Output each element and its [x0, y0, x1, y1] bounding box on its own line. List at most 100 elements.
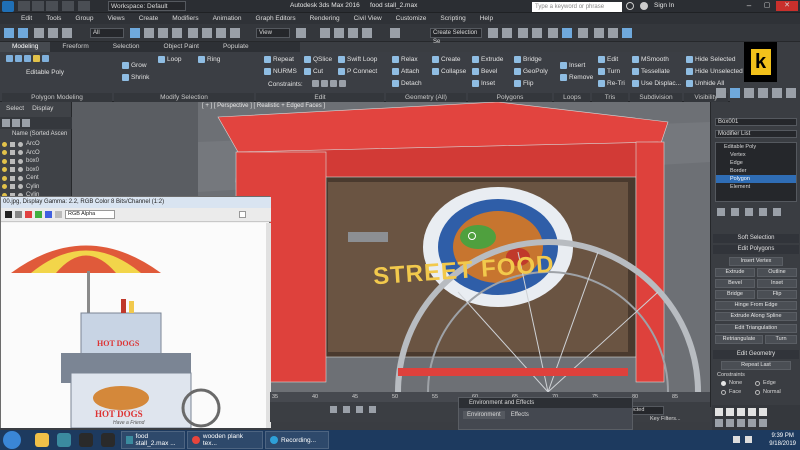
select-by-name-icon[interactable]	[144, 28, 154, 38]
go-to-end-icon[interactable]	[759, 408, 767, 416]
reference-coordinate-dropdown[interactable]: View	[256, 28, 290, 38]
minimize-icon[interactable]: –	[740, 1, 758, 11]
tab-display[interactable]: Display	[32, 105, 53, 112]
visibility-icon[interactable]	[2, 141, 7, 147]
geopoly-button[interactable]: GeoPoly	[514, 68, 548, 75]
menu-create[interactable]: Create	[132, 15, 166, 22]
rotate-icon[interactable]	[202, 28, 212, 38]
menu-help[interactable]: Help	[473, 15, 500, 22]
menu-animation[interactable]: Animation	[206, 15, 249, 22]
repeat-button[interactable]: Repeat	[264, 56, 294, 63]
polygon-icon[interactable]	[33, 55, 40, 62]
constraint-edge-radio[interactable]: Edge	[755, 380, 776, 386]
network-icon[interactable]	[733, 436, 740, 443]
window-crossing-icon[interactable]	[172, 28, 182, 38]
freeze-icon[interactable]	[10, 150, 15, 156]
scene-row[interactable]: Cylin	[0, 183, 72, 192]
swift-loop-button[interactable]: Swift Loop	[338, 56, 377, 63]
group-modify-selection[interactable]: Modify Selection	[114, 93, 254, 102]
snaps-toggle-icon[interactable]	[320, 28, 330, 38]
save-file-icon[interactable]	[46, 1, 58, 11]
group-loops[interactable]: Loops	[554, 93, 590, 102]
lock-selection-icon[interactable]	[330, 406, 337, 413]
menu-graph-editors[interactable]: Graph Editors	[249, 15, 303, 22]
modify-panel-icon[interactable]	[730, 88, 740, 98]
stack-item[interactable]: Element	[716, 183, 796, 191]
perspective-viewport[interactable]: STREET FOOD [ + ] [ Perspective ] [ Real…	[198, 102, 710, 392]
taskbar-app-3dsmax[interactable]: food stall_2.max ...	[121, 431, 185, 449]
sign-in-link[interactable]: Sign In	[654, 2, 674, 9]
bevel-rollout-button[interactable]: Bevel	[715, 279, 755, 288]
scene-row[interactable]: box0	[0, 157, 72, 166]
save-image-icon[interactable]	[5, 211, 12, 218]
group-edit[interactable]: Edit	[256, 93, 384, 102]
group-subdivision[interactable]: Subdivision	[630, 93, 682, 102]
msmooth-button[interactable]: MSmooth	[632, 56, 669, 63]
menu-tools[interactable]: Tools	[39, 15, 68, 22]
next-frame-icon[interactable]	[748, 408, 756, 416]
remove-modifier-icon[interactable]	[759, 208, 767, 216]
absolute-mode-icon[interactable]	[343, 406, 350, 413]
stack-item[interactable]: Editable Poly	[716, 143, 796, 151]
object-name-field[interactable]: Box001	[715, 118, 797, 126]
bind-space-warp-icon[interactable]	[62, 28, 72, 38]
tab-environment[interactable]: Environment	[463, 411, 505, 419]
create-panel-icon[interactable]	[716, 88, 726, 98]
show-end-result-icon[interactable]	[731, 208, 739, 216]
go-to-start-icon[interactable]	[715, 408, 723, 416]
rendered-frame-window-icon[interactable]	[608, 28, 618, 38]
retriangulate-button[interactable]: Retriangulate	[715, 335, 763, 344]
vertex-icon[interactable]	[6, 55, 13, 62]
bevel-button[interactable]: Bevel	[472, 68, 497, 75]
utilities-panel-icon[interactable]	[786, 88, 796, 98]
menu-views[interactable]: Views	[100, 15, 131, 22]
collapse-button[interactable]: Collapse	[432, 68, 466, 75]
border-icon[interactable]	[24, 55, 31, 62]
x-coordinate-icon[interactable]	[356, 406, 363, 413]
clear-icon[interactable]	[239, 211, 246, 218]
close-icon[interactable]: ✕	[776, 1, 798, 11]
scale-icon[interactable]	[216, 28, 226, 38]
edit-geometry-rollout[interactable]: Edit Geometry	[713, 350, 799, 359]
extrude-rollout-button[interactable]: Extrude	[715, 268, 755, 277]
render-production-icon[interactable]	[622, 28, 632, 38]
filter-icon[interactable]	[2, 119, 10, 127]
inset-button[interactable]: Inset	[472, 80, 495, 87]
menu-scripting[interactable]: Scripting	[433, 15, 472, 22]
tessellate-button[interactable]: Tessellate	[632, 68, 670, 75]
menu-rendering[interactable]: Rendering	[303, 15, 347, 22]
taskbar-app-recording[interactable]: Recording...	[265, 431, 329, 449]
insert-vertex-button[interactable]: Insert Vertex	[729, 257, 783, 266]
tab-selection[interactable]: Selection	[101, 42, 152, 52]
group-polygon-modeling[interactable]: Polygon Modeling	[2, 93, 112, 102]
extrude-button[interactable]: Extrude	[472, 56, 503, 63]
orbit-icon[interactable]	[748, 419, 756, 427]
flip-button[interactable]: Flip	[514, 80, 533, 87]
constraint-face-radio[interactable]: Face	[721, 389, 741, 395]
red-channel-icon[interactable]	[25, 211, 32, 218]
selection-filter-dropdown[interactable]: All	[90, 28, 124, 38]
loop-button[interactable]: Loop	[158, 56, 181, 63]
scene-row[interactable]: Cent	[0, 174, 72, 183]
edit-tris-button[interactable]: Edit	[598, 56, 618, 63]
group-polygons[interactable]: Polygons	[468, 93, 552, 102]
qslice-button[interactable]: QSlice	[304, 56, 332, 63]
turn-rollout-button[interactable]: Turn	[765, 335, 797, 344]
re-tri-button[interactable]: Re-Tri	[598, 80, 625, 87]
undo-toolbar-icon[interactable]	[4, 28, 14, 38]
menu-customize[interactable]: Customize	[389, 15, 434, 22]
grow-button[interactable]: Grow	[122, 62, 147, 69]
undo-icon[interactable]	[62, 1, 74, 11]
unhide-all-button[interactable]: Unhide All	[686, 80, 724, 87]
system-clock[interactable]: 9:39 PM 9/18/2019	[769, 432, 796, 448]
scene-row[interactable]: box0	[0, 166, 72, 175]
extrude-along-spline-button[interactable]: Extrude Along Spline	[715, 312, 797, 321]
new-file-icon[interactable]	[18, 1, 30, 11]
constraint-face-icon[interactable]	[330, 80, 337, 87]
play-icon[interactable]	[737, 408, 745, 416]
detach-button[interactable]: Detach	[392, 80, 422, 87]
schematic-view-icon[interactable]	[562, 28, 572, 38]
maximize-viewport-icon[interactable]	[759, 419, 767, 427]
viewport-left-area[interactable]	[72, 102, 198, 202]
workspace-dropdown[interactable]: Workspace: Default	[108, 1, 186, 11]
